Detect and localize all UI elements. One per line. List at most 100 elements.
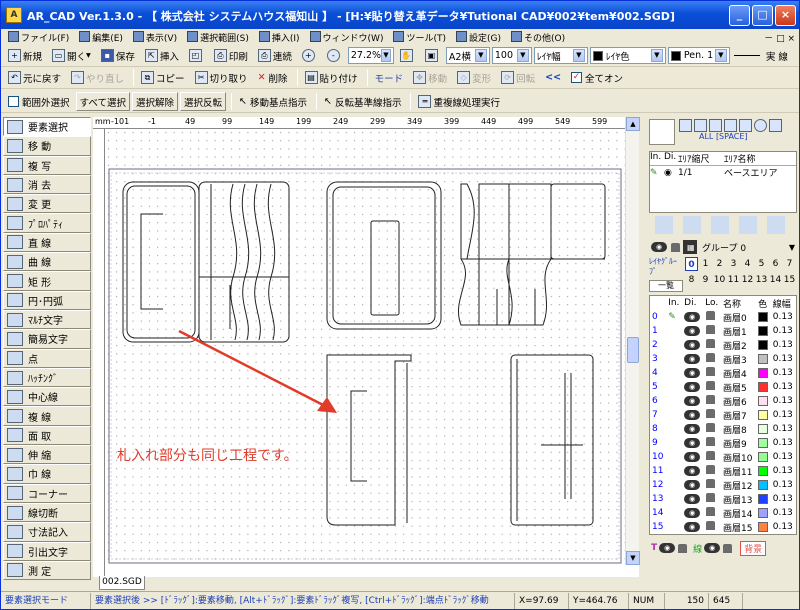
layer-number[interactable]: 7: [650, 408, 666, 422]
layer-name[interactable]: 画層7: [721, 408, 756, 422]
layer-display[interactable]: ◉: [682, 408, 703, 422]
menu-file[interactable]: ファイル(F): [3, 31, 74, 44]
layer-display[interactable]: ◉: [682, 520, 703, 534]
text-color-label[interactable]: T: [651, 543, 657, 553]
snap-center-icon[interactable]: [769, 119, 782, 132]
tool-offset[interactable]: 複 線: [3, 406, 91, 426]
layer-width[interactable]: 0.13: [771, 506, 796, 520]
layer-number[interactable]: 12: [650, 478, 666, 492]
menu-other[interactable]: その他(O): [506, 31, 570, 44]
layer-name[interactable]: 画層12: [721, 478, 756, 492]
layer-display[interactable]: ◉: [682, 492, 703, 506]
layer-row[interactable]: 13 ◉ 画層13 0.13: [650, 492, 796, 506]
group-grid-icon[interactable]: ▦: [683, 240, 697, 254]
layer-color[interactable]: [756, 520, 771, 534]
layer-display[interactable]: ◉: [682, 324, 703, 338]
menu-view[interactable]: 表示(V): [128, 31, 182, 44]
mode-rotate-button[interactable]: ⟳ 回転: [497, 68, 539, 87]
background-button[interactable]: 背景: [740, 540, 767, 556]
layer-lock[interactable]: [703, 436, 721, 450]
tool-line[interactable]: 直 線: [3, 232, 91, 253]
layer-color[interactable]: [756, 408, 771, 422]
tool-move[interactable]: 移 動: [3, 136, 91, 156]
group-number[interactable]: 15: [783, 273, 796, 287]
layer-name[interactable]: 画層14: [721, 506, 756, 520]
layer-width[interactable]: 0.13: [771, 394, 796, 408]
collapse-icon[interactable]: <<: [541, 68, 565, 87]
insert-button[interactable]: ⇱ 挿入: [141, 46, 183, 65]
layer-row[interactable]: 14 ◉ 画層14 0.13: [650, 506, 796, 520]
layer-row[interactable]: 0 ✎ ◉ 画層0 0.13: [650, 310, 796, 324]
layer-input[interactable]: [666, 478, 682, 492]
layer-row[interactable]: 6 ◉ 画層6 0.13: [650, 394, 796, 408]
layer-input[interactable]: [666, 408, 682, 422]
layer-lock[interactable]: [703, 352, 721, 366]
layer-width[interactable]: 0.13: [771, 450, 796, 464]
menu-window[interactable]: ウィンドウ(W): [305, 31, 389, 44]
zoom-select[interactable]: 27.2% ▼: [347, 47, 394, 64]
layer-width[interactable]: 0.13: [771, 464, 796, 478]
copy-button[interactable]: ⧉ コピー: [137, 68, 189, 87]
invert-selection-button[interactable]: 選択反転: [180, 92, 227, 111]
tool-centerline[interactable]: 中心線: [3, 387, 91, 407]
layer-color[interactable]: [756, 478, 771, 492]
tool-copy[interactable]: 複 写: [3, 155, 91, 175]
all-on-checkbox[interactable]: ✓ 全てオン: [567, 68, 627, 87]
layer-color[interactable]: [756, 324, 771, 338]
layer-input[interactable]: [666, 338, 682, 352]
app-icon[interactable]: A: [6, 7, 22, 23]
layer-display[interactable]: ◉: [682, 310, 703, 324]
layer-name[interactable]: 画層1: [721, 324, 756, 338]
save-button[interactable]: ▪ 保存: [97, 46, 139, 65]
layer-input[interactable]: [666, 520, 682, 534]
layer-width[interactable]: 0.13: [771, 310, 796, 324]
layer-width[interactable]: 0.13: [771, 436, 796, 450]
group-number[interactable]: 9: [699, 273, 712, 287]
select-all-button[interactable]: すべて選択: [75, 92, 130, 111]
layer-display[interactable]: ◉: [682, 436, 703, 450]
layer-display[interactable]: ◉: [682, 464, 703, 478]
layer-lock[interactable]: [703, 450, 721, 464]
menu-settings[interactable]: 設定(G): [451, 31, 506, 44]
print-button[interactable]: ⎙ 印刷: [210, 46, 252, 65]
layer-number[interactable]: 10: [650, 450, 666, 464]
layer-lock[interactable]: [703, 338, 721, 352]
layer-name[interactable]: 画層9: [721, 436, 756, 450]
layer-color-select[interactable]: ﾚｲﾔ色 ▼: [589, 47, 666, 64]
tool-curve[interactable]: 曲 線: [3, 252, 91, 272]
tab-002-sgd[interactable]: 002.SGD: [99, 576, 145, 590]
layer-name[interactable]: 画層10: [721, 450, 756, 464]
group-number[interactable]: 3: [727, 257, 740, 271]
group-number[interactable]: 0: [685, 257, 698, 271]
group-number[interactable]: 2: [713, 257, 726, 271]
layer-row[interactable]: 1 ◉ 画層1 0.13: [650, 324, 796, 338]
area-add-icon[interactable]: [655, 216, 673, 234]
layer-display[interactable]: ◉: [682, 422, 703, 436]
layer-name[interactable]: 画層5: [721, 380, 756, 394]
layer-row[interactable]: 15 ◉ 画層15 0.13: [650, 520, 796, 534]
zoom-out-button[interactable]: -: [323, 46, 346, 65]
layer-display[interactable]: ◉: [682, 338, 703, 352]
layer-color[interactable]: [756, 492, 771, 506]
tool-measure[interactable]: 測 定: [3, 560, 91, 581]
tool-extend[interactable]: 伸 縮: [3, 445, 91, 465]
layer-lock[interactable]: [703, 464, 721, 478]
layer-input[interactable]: [666, 380, 682, 394]
tool-erase[interactable]: 消 去: [3, 174, 91, 195]
snap-mid-icon[interactable]: [724, 119, 737, 132]
group-label[interactable]: グループ 0: [702, 241, 746, 254]
snap-grid-icon[interactable]: [679, 119, 692, 132]
layer-color[interactable]: [756, 436, 771, 450]
layer-name[interactable]: 画層0: [721, 310, 756, 324]
layer-number[interactable]: 9: [650, 436, 666, 450]
snap-circle-icon[interactable]: [754, 119, 767, 132]
layer-lock[interactable]: [703, 478, 721, 492]
minimize-button[interactable]: _: [729, 5, 750, 26]
layer-name[interactable]: 画層15: [721, 520, 756, 534]
layer-row[interactable]: 12 ◉ 画層12 0.13: [650, 478, 796, 492]
layer-row[interactable]: 2 ◉ 画層2 0.13: [650, 338, 796, 352]
area-edit-icon[interactable]: [683, 216, 701, 234]
layer-number[interactable]: 2: [650, 338, 666, 352]
layer-width[interactable]: 0.13: [771, 366, 796, 380]
outside-select-checkbox[interactable]: 範囲外選択: [4, 92, 74, 111]
